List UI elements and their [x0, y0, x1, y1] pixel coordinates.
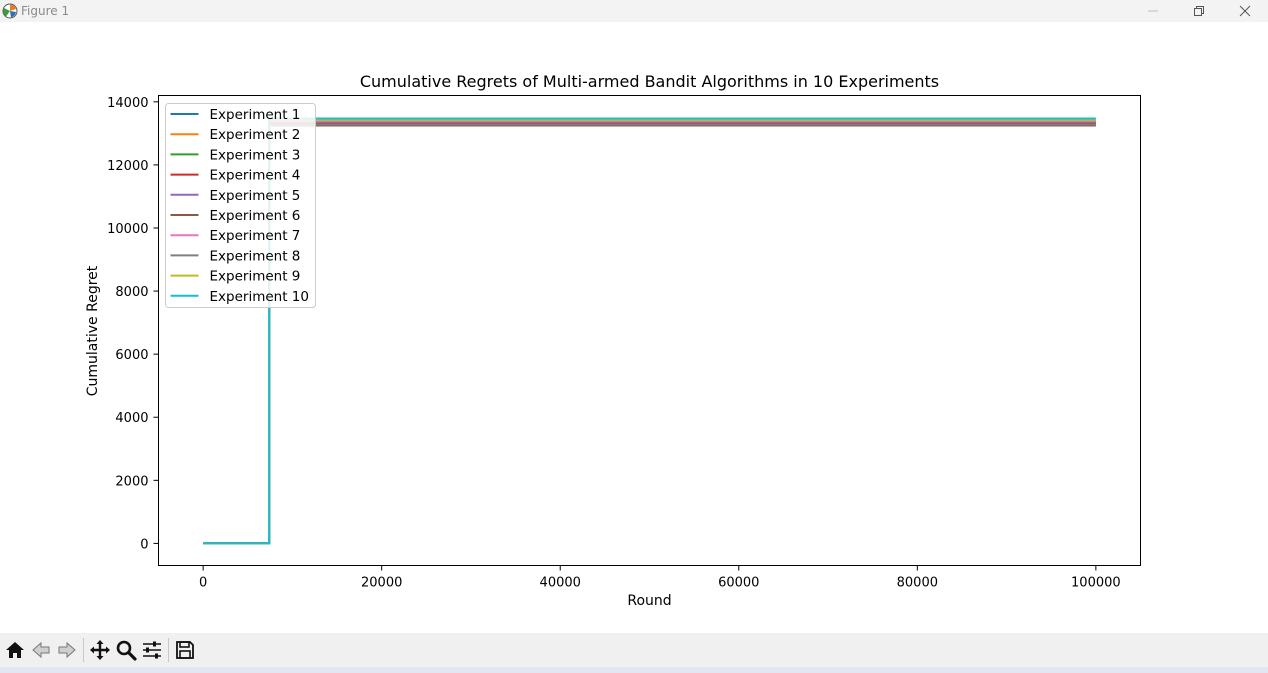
series-line-experiment-6: [203, 124, 1096, 545]
series-line-experiment-3: [203, 121, 1096, 545]
series-line-experiment-10: [203, 117, 1096, 545]
x-tick-label: 80000: [897, 576, 938, 591]
window-controls: [1130, 0, 1268, 22]
configure-subplots-icon: [143, 641, 161, 659]
series-line-experiment-5: [203, 121, 1096, 545]
restore-icon: [1194, 6, 1204, 16]
series-line-experiment-2: [203, 122, 1096, 545]
figure-window: Figure 1 Cumulative Regrets of Multi-arm…: [0, 0, 1268, 673]
x-tick-label: 100000: [1071, 576, 1121, 591]
legend: Experiment 1 Experiment 2 Experiment 3 Expe…: [165, 103, 316, 308]
y-tick-label: 8000: [115, 285, 148, 300]
y-axis-label: Cumulative Regret: [85, 265, 101, 396]
legend-label: Experiment 2: [210, 127, 301, 143]
navigation-toolbar: [0, 633, 1268, 667]
matplotlib-icon: [2, 3, 18, 19]
legend-label: Experiment 9: [210, 269, 301, 285]
legend-label: Experiment 6: [210, 208, 301, 224]
pan-icon: [90, 640, 110, 660]
y-tick-label: 12000: [107, 159, 148, 174]
close-button[interactable]: [1222, 0, 1268, 22]
legend-label: Experiment 7: [210, 228, 301, 244]
series-layer: [203, 117, 1096, 545]
figure-canvas[interactable]: Cumulative Regrets of Multi-armed Bandit…: [0, 22, 1268, 633]
configure-subplots-button[interactable]: [139, 637, 165, 663]
save-button[interactable]: [172, 637, 198, 663]
zoom-icon: [116, 640, 137, 661]
zoom-button[interactable]: [113, 637, 139, 663]
series-line-experiment-1: [203, 120, 1096, 545]
legend-label: Experiment 4: [210, 168, 301, 184]
x-tick-label: 0: [199, 576, 207, 591]
legend-label: Experiment 1: [210, 107, 301, 123]
home-icon: [6, 642, 24, 658]
series-line-experiment-7: [203, 119, 1096, 545]
window-title: Figure 1: [21, 4, 70, 18]
y-tick-label: 0: [140, 537, 148, 552]
x-tick-label: 60000: [718, 576, 759, 591]
toolbar-separator: [168, 638, 169, 662]
y-tick-label: 14000: [107, 96, 148, 111]
series-line-experiment-9: [203, 119, 1096, 545]
legend-label: Experiment 3: [210, 147, 301, 163]
y-axis-ticks: 0 2000 4000 6000 8000 10000 12000 14000: [107, 96, 159, 552]
minimize-button[interactable]: [1130, 0, 1176, 22]
pan-button[interactable]: [87, 637, 113, 663]
chart: Cumulative Regrets of Multi-armed Bandit…: [85, 72, 1141, 609]
series-line-experiment-8: [203, 123, 1096, 545]
back-button[interactable]: [28, 637, 54, 663]
series-line-experiment-4: [203, 122, 1096, 545]
toolbar-separator: [83, 638, 84, 662]
chart-title: Cumulative Regrets of Multi-armed Bandit…: [360, 72, 939, 91]
x-axis-ticks: 0 20000 40000 60000 80000 100000: [199, 565, 1121, 591]
close-icon: [1239, 5, 1251, 17]
title-bar: Figure 1: [0, 0, 1268, 22]
y-tick-label: 6000: [115, 348, 148, 363]
legend-label: Experiment 8: [210, 248, 301, 264]
save-icon: [176, 641, 194, 659]
minimize-icon: [1148, 10, 1158, 12]
legend-label: Experiment 10: [210, 289, 309, 305]
legend-label: Experiment 5: [210, 188, 301, 204]
forward-button[interactable]: [54, 637, 80, 663]
y-tick-label: 4000: [115, 411, 148, 426]
maximize-button[interactable]: [1176, 0, 1222, 22]
y-tick-label: 2000: [115, 474, 148, 489]
x-tick-label: 20000: [361, 576, 402, 591]
back-icon: [32, 641, 50, 659]
y-tick-label: 10000: [107, 222, 148, 237]
window-bottom-edge: [0, 667, 1268, 673]
home-button[interactable]: [2, 637, 28, 663]
forward-icon: [58, 641, 76, 659]
x-tick-label: 40000: [540, 576, 581, 591]
x-axis-label: Round: [627, 593, 671, 609]
